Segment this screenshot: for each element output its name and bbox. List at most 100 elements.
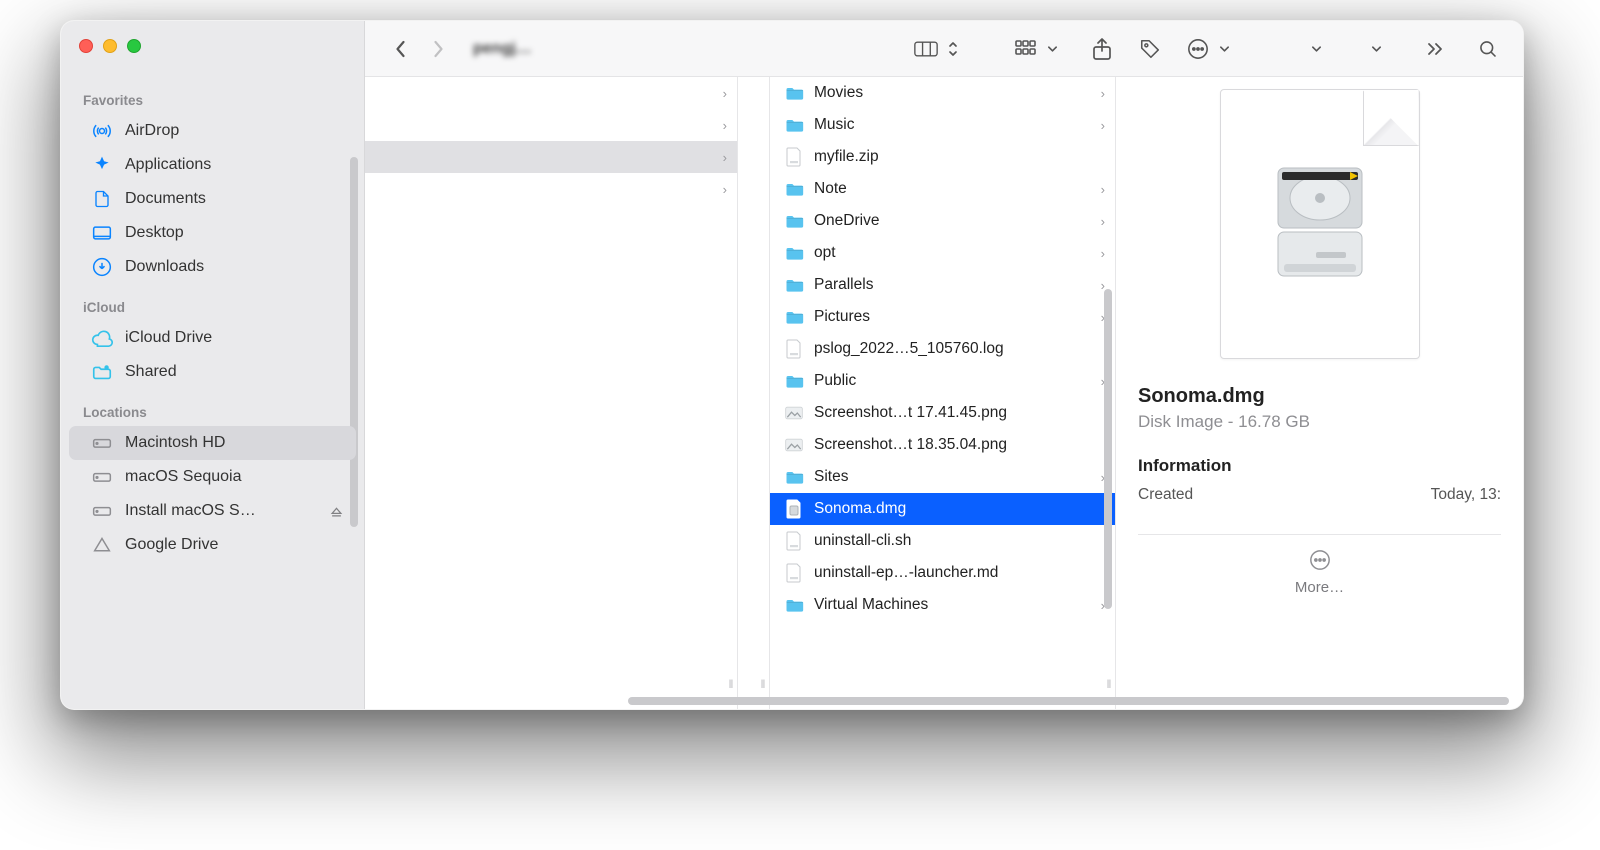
list-item-label: Pictures bbox=[814, 308, 1091, 326]
sidebar-item-macintosh-hd[interactable]: Macintosh HD bbox=[69, 426, 356, 460]
folder-icon bbox=[784, 211, 804, 231]
list-item-label: pslog_2022…5_105760.log bbox=[814, 340, 1105, 358]
horizontal-scrollbar-thumb[interactable] bbox=[628, 697, 1509, 705]
sidebar-item-google-drive[interactable]: Google Drive bbox=[69, 528, 356, 562]
column-2[interactable]: ‖ bbox=[738, 77, 770, 709]
sidebar-item-label: Google Drive bbox=[125, 536, 344, 554]
tags-button[interactable] bbox=[1133, 32, 1167, 66]
group-by-button[interactable] bbox=[1009, 32, 1059, 66]
sidebar-item-desktop[interactable]: Desktop bbox=[69, 216, 356, 250]
sidebar-item-label: Desktop bbox=[125, 224, 344, 242]
disk-image-icon bbox=[1260, 154, 1380, 294]
share-button[interactable] bbox=[1085, 32, 1119, 66]
md-icon bbox=[784, 563, 804, 583]
sidebar-item-label: Downloads bbox=[125, 258, 344, 276]
column-3[interactable]: Movies›Music›myfile.zipNote›OneDrive›opt… bbox=[770, 77, 1116, 709]
png-icon bbox=[784, 435, 804, 455]
list-item[interactable]: opt › bbox=[770, 237, 1115, 269]
column-scrollbar-thumb[interactable] bbox=[1104, 289, 1112, 609]
chevron-right-icon: › bbox=[723, 150, 727, 165]
horizontal-scrollbar[interactable] bbox=[379, 697, 1509, 705]
fullscreen-window-button[interactable] bbox=[127, 39, 141, 53]
list-item[interactable]: Sonoma.dmg bbox=[770, 493, 1115, 525]
sidebar-section-icloud-title: iCloud bbox=[61, 284, 364, 321]
sidebar-item-documents[interactable]: Documents bbox=[69, 182, 356, 216]
chevron-right-icon: › bbox=[1101, 246, 1105, 261]
list-item-label: Parallels bbox=[814, 276, 1091, 294]
list-item[interactable]: Note› bbox=[770, 173, 1115, 205]
preview-info-value: Today, 13: bbox=[1431, 486, 1501, 504]
list-item[interactable]: Pictures› bbox=[770, 301, 1115, 333]
back-button[interactable] bbox=[383, 32, 417, 66]
eject-icon[interactable] bbox=[329, 504, 344, 519]
folder-icon bbox=[784, 467, 804, 487]
google-drive-icon bbox=[91, 536, 113, 554]
action-menu-button[interactable] bbox=[1181, 32, 1231, 66]
list-item-label: Movies bbox=[814, 84, 1091, 102]
sidebar-item-label: Applications bbox=[125, 156, 344, 174]
list-item[interactable]: Screenshot…t 17.41.45.png bbox=[770, 397, 1115, 429]
list-item[interactable]: › bbox=[365, 141, 737, 173]
list-item[interactable]: Music › bbox=[770, 109, 1115, 141]
list-item[interactable]: Movies› bbox=[770, 77, 1115, 109]
preview-info-heading: Information bbox=[1138, 456, 1501, 476]
list-item-label: Public bbox=[814, 372, 1091, 390]
chevron-right-icon: › bbox=[1101, 214, 1105, 229]
sidebar-item-label: Documents bbox=[125, 190, 344, 208]
ellipsis-circle-icon bbox=[1181, 32, 1215, 66]
sidebar-item-install-macos[interactable]: Install macOS S… bbox=[69, 494, 356, 528]
list-item[interactable]: Parallels› bbox=[770, 269, 1115, 301]
minimize-window-button[interactable] bbox=[103, 39, 117, 53]
preview-more-button[interactable]: More… bbox=[1138, 534, 1501, 596]
folder-icon bbox=[784, 595, 804, 615]
list-item-label: OneDrive bbox=[814, 212, 1091, 230]
overflow-chevron-1[interactable] bbox=[1299, 32, 1333, 66]
folder-icon bbox=[784, 83, 804, 103]
forward-button[interactable] bbox=[421, 32, 455, 66]
list-item[interactable]: uninstall-ep…-launcher.md bbox=[770, 557, 1115, 589]
list-item-label: Screenshot…t 18.35.04.png bbox=[814, 436, 1105, 454]
close-window-button[interactable] bbox=[79, 39, 93, 53]
preview-subtitle: Disk Image - 16.78 GB bbox=[1138, 412, 1501, 432]
sidebar-item-label: AirDrop bbox=[125, 122, 344, 140]
list-item-label: Screenshot…t 17.41.45.png bbox=[814, 404, 1105, 422]
list-item-label: uninstall-ep…-launcher.md bbox=[814, 564, 1105, 582]
list-item[interactable]: Virtual Machines› bbox=[770, 589, 1115, 621]
sidebar-item-airdrop[interactable]: AirDrop bbox=[69, 114, 356, 148]
chevron-right-icon: › bbox=[1101, 118, 1105, 133]
overflow-chevron-2[interactable] bbox=[1359, 32, 1393, 66]
search-button[interactable] bbox=[1471, 32, 1505, 66]
documents-icon bbox=[91, 189, 113, 209]
dmg-icon bbox=[784, 499, 804, 519]
sidebar-item-icloud-drive[interactable]: iCloud Drive bbox=[69, 321, 356, 355]
list-item[interactable]: uninstall-cli.sh bbox=[770, 525, 1115, 557]
sidebar-item-label: Install macOS S… bbox=[125, 502, 317, 520]
sidebar-item-shared[interactable]: Shared bbox=[69, 355, 356, 389]
list-item[interactable]: Sites› bbox=[770, 461, 1115, 493]
list-item[interactable]: myfile.zip bbox=[770, 141, 1115, 173]
folder-icon bbox=[784, 275, 804, 295]
list-item[interactable]: OneDrive › bbox=[770, 205, 1115, 237]
list-item-label: opt bbox=[814, 244, 1091, 262]
view-switcher[interactable] bbox=[909, 32, 961, 66]
sidebar-item-applications[interactable]: Applications bbox=[69, 148, 356, 182]
sidebar-item-downloads[interactable]: Downloads bbox=[69, 250, 356, 284]
list-item-label: Music bbox=[814, 116, 1091, 134]
list-item[interactable]: pslog_2022…5_105760.log bbox=[770, 333, 1115, 365]
overflow-more-button[interactable] bbox=[1419, 32, 1453, 66]
list-item[interactable]: › bbox=[365, 173, 737, 205]
list-item[interactable]: › bbox=[365, 77, 737, 109]
column-1[interactable]: › › › › ‖ bbox=[365, 77, 738, 709]
list-item[interactable]: Public› bbox=[770, 365, 1115, 397]
preview-info-key: Created bbox=[1138, 486, 1193, 504]
list-item-label: uninstall-cli.sh bbox=[814, 532, 1105, 550]
sidebar-item-label: Shared bbox=[125, 363, 344, 381]
list-item[interactable]: › bbox=[365, 109, 737, 141]
log-icon bbox=[784, 339, 804, 359]
list-item[interactable]: Screenshot…t 18.35.04.png bbox=[770, 429, 1115, 461]
sh-icon bbox=[784, 531, 804, 551]
sidebar-item-macos-sequoia[interactable]: macOS Sequoia bbox=[69, 460, 356, 494]
toolbar: pengj… bbox=[365, 21, 1523, 77]
folder-icon bbox=[784, 179, 804, 199]
window-title: pengj… bbox=[473, 40, 543, 58]
